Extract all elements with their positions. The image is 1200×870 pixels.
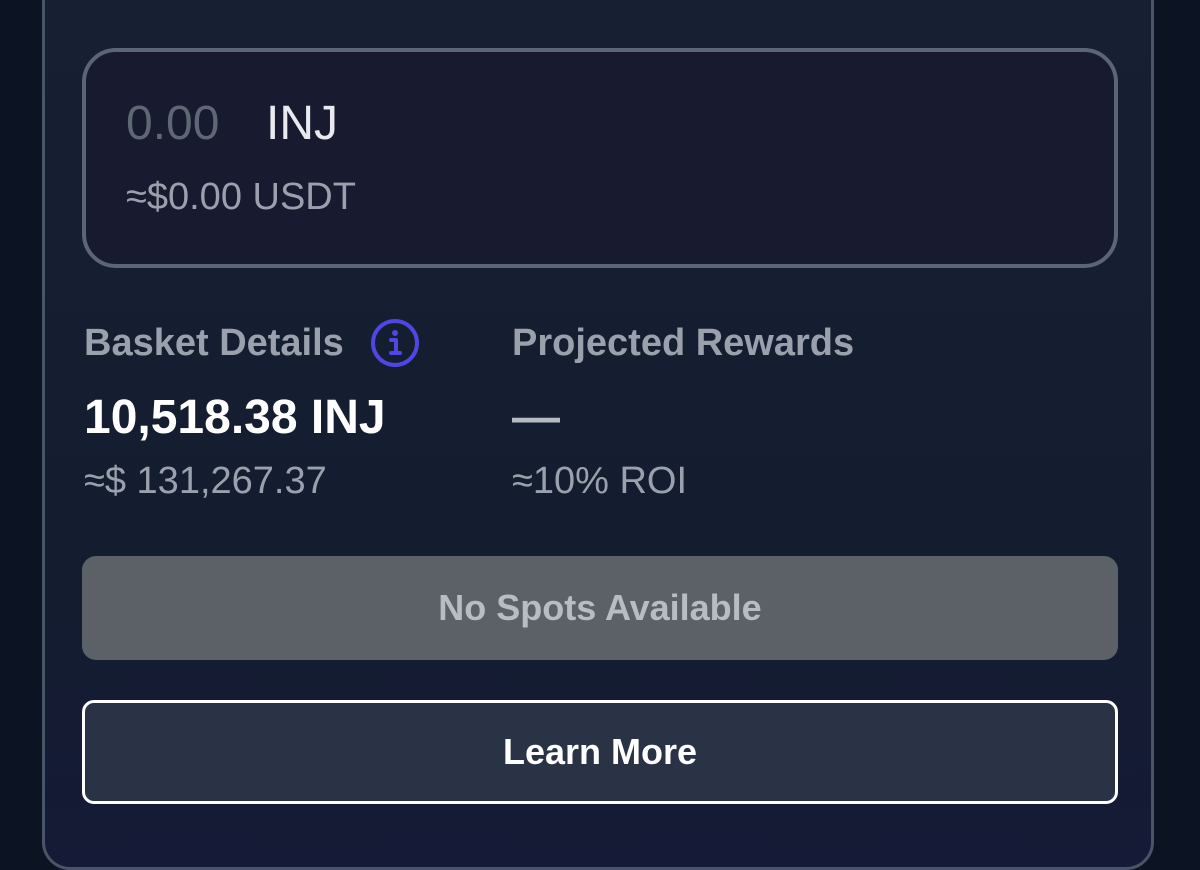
amount-row: INJ xyxy=(126,96,338,151)
projected-rewards-section: Projected Rewards — ≈10% ROI xyxy=(512,318,854,503)
learn-more-button[interactable]: Learn More xyxy=(82,700,1118,804)
amount-usd-estimate: ≈$0.00 USDT xyxy=(126,176,356,218)
amount-input-box[interactable]: INJ ≈$0.00 USDT xyxy=(82,48,1118,268)
basket-details-header: Basket Details xyxy=(84,318,420,368)
projected-rewards-label: Projected Rewards xyxy=(512,321,855,364)
amount-input[interactable] xyxy=(126,96,246,151)
basket-value: 10,518.38 INJ xyxy=(84,391,386,444)
info-circle-icon[interactable] xyxy=(370,318,420,368)
projected-rewards-value: — xyxy=(512,391,560,444)
basket-details-label: Basket Details xyxy=(84,321,344,364)
projected-rewards-header: Projected Rewards xyxy=(512,318,854,368)
no-spots-available-button[interactable]: No Spots Available xyxy=(82,556,1118,660)
basket-usd-value: ≈$ 131,267.37 xyxy=(84,460,327,502)
projected-rewards-roi: ≈10% ROI xyxy=(512,460,688,502)
amount-token-symbol: INJ xyxy=(266,97,338,150)
basket-details-section: Basket Details 10,518.38 INJ ≈$ 131,267.… xyxy=(84,318,420,503)
